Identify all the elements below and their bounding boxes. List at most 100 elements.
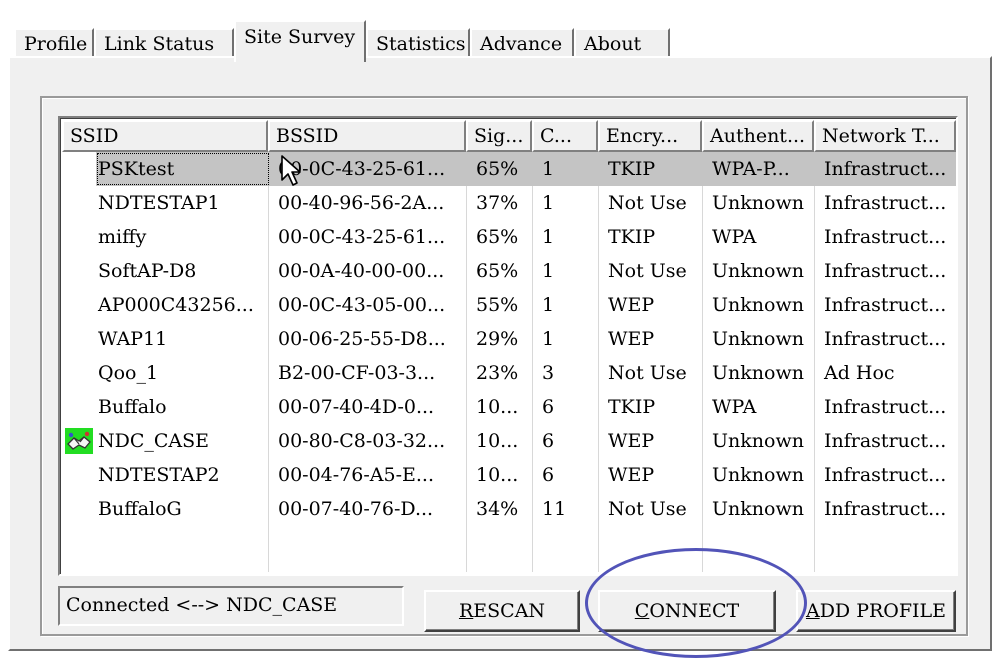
encryption-cell: TKIP: [600, 152, 704, 186]
column-header-authentication[interactable]: Authent...: [702, 120, 814, 152]
authentication-cell: Unknown: [712, 498, 804, 520]
bssid-cell: 00-80-C8-03-32...: [278, 430, 446, 452]
ssid-cell: PSKtest: [96, 152, 270, 186]
table-row[interactable]: WAP11 00-06-25-55-D8... 29% 1 WEP Unknown Infr…: [62, 322, 956, 356]
authentication-cell: Unknown: [712, 430, 804, 452]
tab-profile[interactable]: Profile: [14, 28, 94, 58]
channel-cell: 1: [542, 294, 555, 316]
bssid-cell: 00-0C-43-05-00...: [278, 294, 446, 316]
tab-site-survey[interactable]: Site Survey: [234, 20, 366, 62]
signal-cell: 23%: [476, 362, 519, 384]
table-row[interactable]: AP000C43256... 00-0C-43-05-00... 55% 1 WEP Un…: [62, 288, 956, 322]
network-type-cell: Infrastruct...: [824, 226, 947, 248]
rescan-button[interactable]: RESCAN: [424, 590, 580, 632]
authentication-cell: Unknown: [712, 294, 804, 316]
channel-cell: 1: [542, 328, 555, 350]
rescan-label: ESCAN: [473, 600, 546, 622]
table-row[interactable]: Qoo_1 B2-00-CF-03-3... 23% 3 Not Use Unknown A…: [62, 356, 956, 390]
authentication-cell: Unknown: [712, 464, 804, 486]
bssid-cell: 00-0C-43-25-61...: [278, 226, 446, 248]
ssid-cell: NDTESTAP2: [98, 464, 220, 486]
authentication-cell: Unknown: [712, 260, 804, 282]
connection-status: Connected <--> NDC_CASE: [58, 586, 404, 626]
column-header-encryption[interactable]: Encry...: [598, 120, 702, 152]
table-row[interactable]: Buffalo 00-07-40-4D-0... 10... 6 TKIP WPA Infr…: [62, 390, 956, 424]
tab-link-status[interactable]: Link Status: [94, 28, 234, 58]
signal-cell: 65%: [476, 226, 519, 248]
channel-cell: 6: [542, 396, 555, 418]
ssid-cell: NDTESTAP1: [98, 192, 220, 214]
network-type-cell: Infrastruct...: [824, 294, 947, 316]
channel-cell: 1: [534, 152, 600, 186]
mouse-pointer-icon: [280, 154, 306, 188]
signal-cell: 29%: [476, 328, 519, 350]
bssid-cell: 00-04-76-A5-E...: [278, 464, 435, 486]
network-type-cell: Infrastruct...: [824, 498, 947, 520]
encryption-cell: WEP: [608, 430, 655, 452]
authentication-cell: WPA: [712, 396, 757, 418]
encryption-cell: WEP: [608, 328, 655, 350]
add-profile-label: DD PROFILE: [819, 600, 947, 622]
ssid-cell: miffy: [98, 226, 147, 248]
bssid-cell: 00-07-40-4D-0...: [278, 396, 435, 418]
channel-cell: 6: [542, 430, 555, 452]
add-profile-button[interactable]: ADD PROFILE: [796, 590, 956, 632]
channel-cell: 1: [542, 226, 555, 248]
column-header-ssid[interactable]: SSID: [62, 120, 268, 152]
table-row[interactable]: BuffaloG 00-07-40-76-D... 34% 11 Not Use Unkn…: [62, 492, 956, 526]
ssid-cell: WAP11: [98, 328, 168, 350]
bssid-cell: 00-40-96-56-2A...: [278, 192, 445, 214]
encryption-cell: TKIP: [608, 226, 656, 248]
bssid-cell: 00-07-40-76-D...: [278, 498, 434, 520]
column-header-network-type[interactable]: Network T...: [814, 120, 956, 152]
network-type-cell: Infrastruct...: [824, 328, 947, 350]
encryption-cell: Not Use: [608, 498, 687, 520]
site-survey-list[interactable]: SSID BSSID Sig... C... Encry... Authent.…: [58, 116, 958, 576]
bssid-cell: 00-06-25-55-D8...: [278, 328, 446, 350]
signal-cell: 10...: [476, 464, 519, 486]
authentication-cell: Unknown: [712, 362, 804, 384]
column-header-bssid[interactable]: BSSID: [268, 120, 466, 152]
channel-cell: 11: [542, 498, 567, 520]
ssid-cell: BuffaloG: [98, 498, 182, 520]
signal-cell: 65%: [468, 152, 534, 186]
signal-cell: 55%: [476, 294, 519, 316]
handshake-icon: [65, 428, 93, 454]
channel-cell: 1: [542, 260, 555, 282]
connect-button[interactable]: CONNECT: [598, 590, 776, 632]
connect-mnemonic: C: [634, 600, 650, 622]
table-row[interactable]: miffy 00-0C-43-25-61... 65% 1 TKIP WPA Infrast…: [62, 220, 956, 254]
table-row[interactable]: SoftAP-D8 00-0A-40-00-00... 65% 1 Not Use Unk…: [62, 254, 956, 288]
channel-cell: 3: [542, 362, 555, 384]
ssid-cell: Buffalo: [98, 396, 167, 418]
tab-advance[interactable]: Advance: [470, 28, 574, 58]
table-row[interactable]: PSKtest 00-0C-43-25-61... 65% 1 TKIP WPA-P...…: [62, 152, 956, 186]
tab-about[interactable]: About: [574, 28, 670, 58]
signal-cell: 10...: [476, 430, 519, 452]
column-header-channel[interactable]: C...: [532, 120, 598, 152]
network-type-cell: Infrastruct...: [824, 430, 947, 452]
authentication-cell: WPA: [712, 226, 757, 248]
channel-cell: 1: [542, 192, 555, 214]
encryption-cell: TKIP: [608, 396, 656, 418]
authentication-cell: WPA-P...: [704, 152, 816, 186]
tab-statistics[interactable]: Statistics: [366, 28, 470, 58]
network-type-cell: Infrastruct...: [824, 396, 947, 418]
signal-cell: 37%: [476, 192, 519, 214]
signal-cell: 34%: [476, 498, 519, 520]
encryption-cell: Not Use: [608, 362, 687, 384]
encryption-cell: WEP: [608, 464, 655, 486]
network-type-cell: Infrastruct...: [816, 152, 956, 186]
network-type-cell: Infrastruct...: [824, 260, 947, 282]
column-header-signal[interactable]: Sig...: [466, 120, 532, 152]
ssid-cell: NDC_CASE: [98, 430, 210, 452]
rescan-mnemonic: R: [458, 600, 474, 622]
table-row[interactable]: NDC_CASE 00-80-C8-03-32... 10... 6 WEP Unknow…: [62, 424, 956, 458]
table-row[interactable]: NDTESTAP2 00-04-76-A5-E... 10... 6 WEP Unknow…: [62, 458, 956, 492]
authentication-cell: Unknown: [712, 328, 804, 350]
encryption-cell: Not Use: [608, 192, 687, 214]
tab-strip: Profile Link Status Site Survey Statisti…: [14, 18, 674, 62]
table-row[interactable]: NDTESTAP1 00-40-96-56-2A... 37% 1 Not Use Unk…: [62, 186, 956, 220]
ssid-cell: SoftAP-D8: [98, 260, 197, 282]
bssid-cell: 00-0A-40-00-00...: [278, 260, 445, 282]
